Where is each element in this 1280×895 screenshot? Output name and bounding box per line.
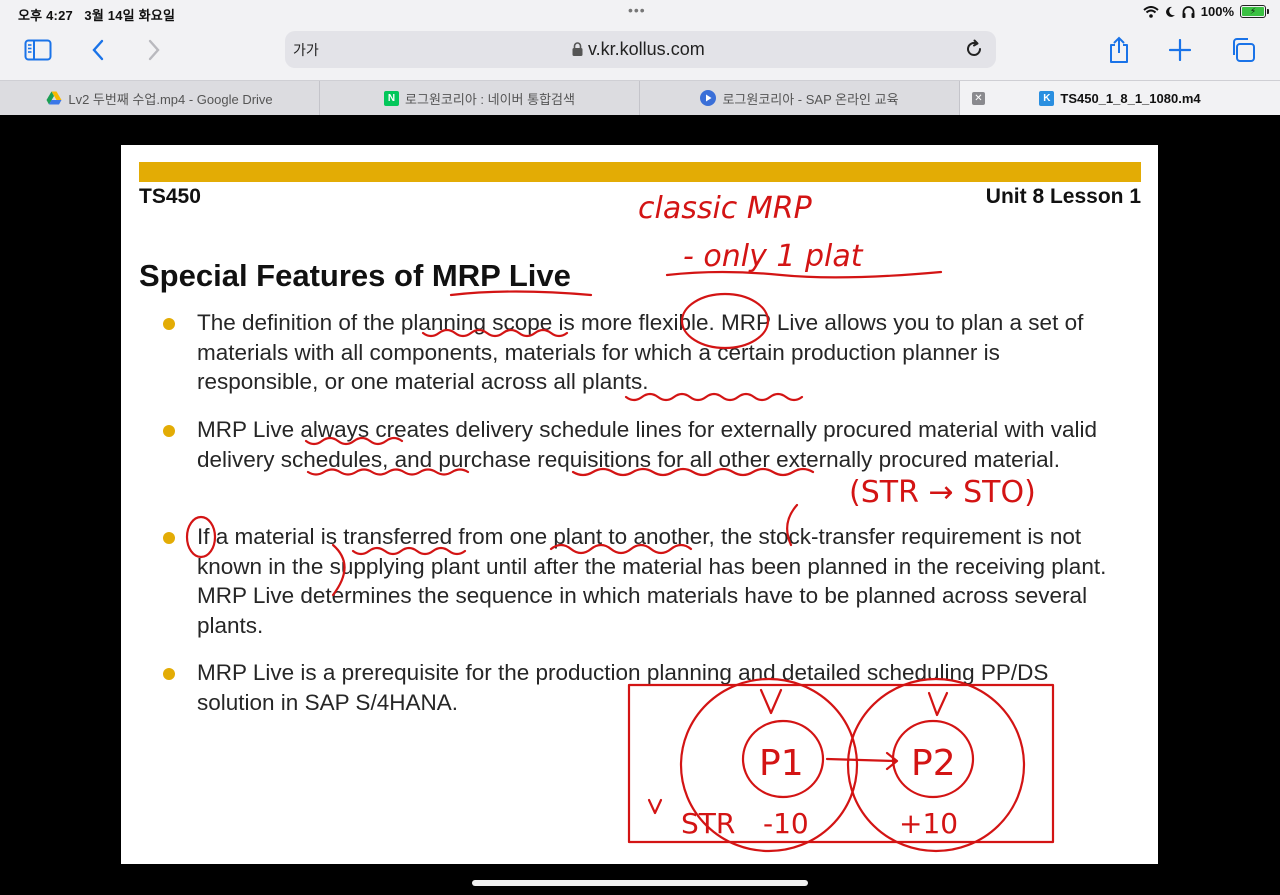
tab-google-drive[interactable]: Lv2 두번째 수업.mp4 - Google Drive xyxy=(0,81,320,115)
bullet-item: MRP Live always creates delivery schedul… xyxy=(163,415,1117,474)
unit-lesson: Unit 8 Lesson 1 xyxy=(985,185,1141,208)
ink-underline xyxy=(665,270,943,279)
battery-percent: 100% xyxy=(1200,4,1234,19)
multitasking-dots[interactable]: ••• xyxy=(628,2,646,18)
note-only-1-plant: - only 1 plat xyxy=(683,239,864,274)
label-p2: P2 xyxy=(911,743,956,784)
play-icon xyxy=(700,90,717,106)
back-icon[interactable] xyxy=(80,35,116,65)
tab-label: 로그원코리아 : 네이버 통합검색 xyxy=(405,91,575,107)
note-str-sto: (STR → STO) xyxy=(849,475,1036,510)
tab-label: 로그원코리아 - SAP 온라인 교육 xyxy=(722,91,899,107)
tab-naver[interactable]: N 로그원코리아 : 네이버 통합검색 xyxy=(320,81,640,115)
sidebar-icon[interactable] xyxy=(20,35,56,65)
course-code: TS450 xyxy=(139,185,201,208)
slide-header-bar xyxy=(139,162,1141,182)
moon-icon xyxy=(1165,6,1175,17)
ink-arrow-head xyxy=(885,751,899,771)
browser-toolbar: 가가 v.kr.kollus.com xyxy=(0,26,1280,80)
bullet-item: If a material is transferred from one pl… xyxy=(163,522,1117,640)
tab-sap-education[interactable]: 로그원코리아 - SAP 온라인 교육 xyxy=(640,81,960,115)
tab-overview-icon[interactable] xyxy=(1225,35,1261,65)
tab-bar: Lv2 두번째 수업.mp4 - Google Drive N 로그원코리아 :… xyxy=(0,80,1280,115)
ink-plant1-inner xyxy=(741,719,825,799)
ink-arrow-line xyxy=(825,757,897,763)
close-tab-icon[interactable]: ✕ xyxy=(972,92,985,105)
label-plus-10: +10 xyxy=(899,807,958,840)
lock-icon xyxy=(572,42,583,56)
share-icon[interactable] xyxy=(1101,35,1137,65)
google-drive-icon xyxy=(46,91,62,105)
text-size-button[interactable]: 가가 xyxy=(293,40,319,60)
kollus-icon: K xyxy=(1039,90,1055,106)
note-classic-mrp: classic MRP xyxy=(638,191,813,226)
tab-kollus-video[interactable]: ✕ K TS450_1_8_1_1080.m4 xyxy=(960,81,1280,115)
status-bar: 오후 4:27 3월 14일 화요일 ••• 100% ⚡ xyxy=(0,0,1280,26)
ink-tick xyxy=(647,798,663,815)
reload-icon[interactable] xyxy=(964,39,984,59)
slide-title: Special Features of MRP Live xyxy=(139,258,571,293)
handwritten-annotations: classic MRP - only 1 plat (STR → STO) P1… xyxy=(185,191,1055,853)
url-text: v.kr.kollus.com xyxy=(588,39,705,59)
label-str: STR xyxy=(681,807,735,840)
lecture-slide: TS450 Unit 8 Lesson 1 Special Features o… xyxy=(121,145,1158,864)
naver-icon: N xyxy=(384,90,400,106)
bullet-item: MRP Live is a prerequisite for the produ… xyxy=(163,658,1117,717)
ink-plant2-inner xyxy=(891,719,975,799)
tab-label: TS450_1_8_1_1080.m4 xyxy=(1060,90,1201,106)
label-minus-10: -10 xyxy=(763,807,809,840)
label-p1: P1 xyxy=(759,743,804,784)
address-bar[interactable]: 가가 v.kr.kollus.com xyxy=(285,31,996,68)
home-indicator[interactable] xyxy=(472,880,808,886)
status-right: 100% ⚡ xyxy=(1143,4,1269,19)
headphones-icon xyxy=(1182,5,1195,18)
battery-icon: ⚡ xyxy=(1240,5,1269,18)
tab-label: Lv2 두번째 수업.mp4 - Google Drive xyxy=(68,91,273,107)
bullet-item: The definition of the planning scope is … xyxy=(163,308,1117,397)
new-tab-icon[interactable] xyxy=(1162,35,1198,65)
forward-icon[interactable] xyxy=(136,35,172,65)
status-time: 오후 4:27 3월 14일 화요일 xyxy=(18,8,176,23)
wifi-icon xyxy=(1143,5,1159,18)
